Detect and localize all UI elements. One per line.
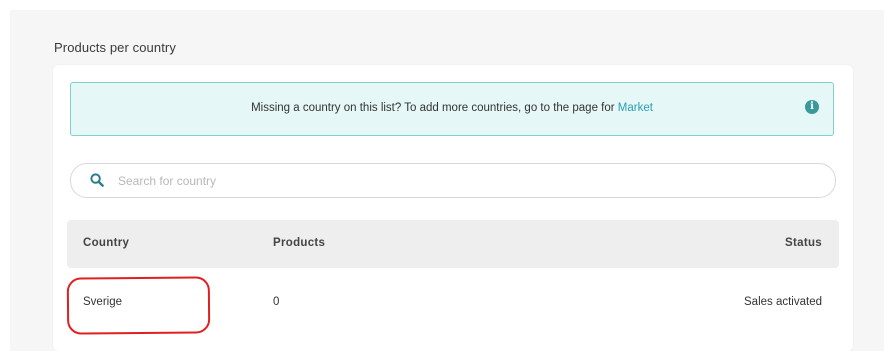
column-header-country[interactable]: Country xyxy=(83,237,129,249)
column-header-status[interactable]: Status xyxy=(785,237,822,249)
row-status: Sales activated xyxy=(744,296,822,308)
column-header-products[interactable]: Products xyxy=(273,237,325,249)
red-highlight-annotation xyxy=(66,276,211,335)
info-banner-text: Missing a country on this list? To add m… xyxy=(71,102,833,114)
row-products: 0 xyxy=(273,296,280,308)
info-banner: Missing a country on this list? To add m… xyxy=(70,82,834,136)
info-icon[interactable]: i xyxy=(805,100,819,114)
table-header: Country Products Status xyxy=(67,220,839,268)
search-input[interactable] xyxy=(118,164,808,197)
section-title: Products per country xyxy=(54,40,176,55)
search-icon xyxy=(90,173,104,187)
search-field[interactable] xyxy=(70,163,836,198)
market-link[interactable]: Market xyxy=(618,102,653,114)
info-banner-message: Missing a country on this list? To add m… xyxy=(251,102,618,114)
